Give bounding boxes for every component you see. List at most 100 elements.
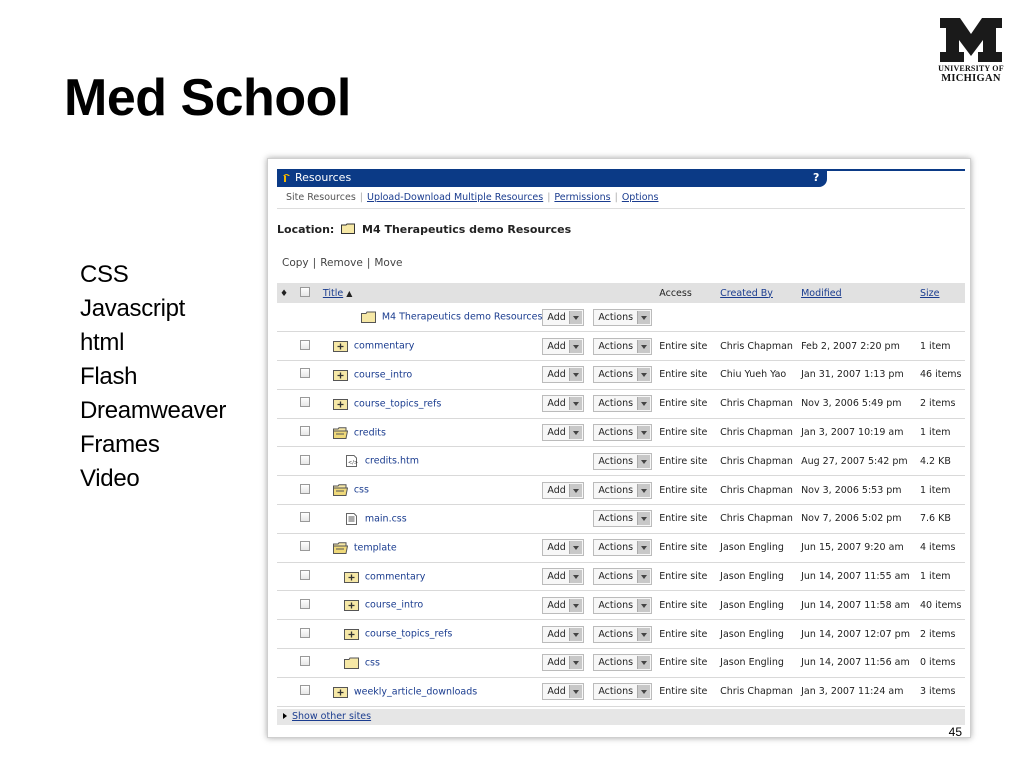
move-link[interactable]: Move (374, 257, 402, 269)
subnav-upload-link[interactable]: Upload-Download Multiple Resources (367, 192, 543, 203)
select-all-checkbox[interactable] (299, 286, 310, 297)
subnav-options-link[interactable]: Options (622, 192, 659, 203)
size-cell: 1 item (919, 475, 965, 506)
table-row: css Add Actions Entire site Jason Engling Jun… (277, 648, 965, 678)
add-dropdown[interactable]: Add (542, 395, 585, 413)
add-dropdown[interactable]: Add (542, 337, 585, 355)
actions-label: Actions (598, 686, 634, 698)
folder-icon (341, 223, 356, 234)
resource-name-link[interactable]: main.css (365, 513, 407, 524)
actions-label: Actions (598, 311, 634, 323)
resource-name-link[interactable]: course_topics_refs (354, 398, 441, 409)
chevron-down-icon (637, 541, 651, 555)
row-checkbox[interactable] (299, 368, 310, 379)
add-dropdown[interactable]: Add (542, 308, 585, 326)
actions-dropdown[interactable]: Actions (593, 424, 653, 442)
created-by-cell: Chris Chapman (720, 331, 802, 362)
access-cell: Entire site (659, 475, 721, 506)
chevron-down-icon (637, 656, 651, 670)
created-by-column-header[interactable]: Created By (720, 288, 773, 299)
resource-name-link[interactable]: css (354, 485, 369, 496)
help-button[interactable]: ? (813, 171, 819, 184)
resource-name-link[interactable]: commentary (354, 341, 414, 352)
add-dropdown[interactable]: Add (542, 539, 585, 557)
row-checkbox[interactable] (299, 656, 310, 667)
actions-dropdown[interactable]: Actions (593, 366, 653, 384)
table-row: commentary Add Actions Entire site Jason Eng… (277, 562, 965, 592)
actions-dropdown[interactable]: Actions (593, 625, 653, 643)
actions-dropdown[interactable]: Actions (593, 395, 653, 413)
resource-name-link[interactable]: template (354, 542, 397, 553)
add-dropdown[interactable]: Add (542, 568, 585, 586)
row-checkbox[interactable] (299, 483, 310, 494)
row-checkbox[interactable] (299, 570, 310, 581)
row-checkbox[interactable] (299, 598, 310, 609)
bullet-item: Flash (80, 363, 138, 390)
remove-link[interactable]: Remove (320, 257, 363, 269)
actions-dropdown[interactable]: Actions (593, 596, 653, 614)
modified-column-header[interactable]: Modified (801, 288, 842, 299)
bulk-operations: Copy | Remove | Move (282, 257, 403, 269)
tool-title: Resources (295, 171, 352, 184)
actions-dropdown[interactable]: Actions (593, 654, 653, 672)
add-dropdown[interactable]: Add (542, 654, 585, 672)
row-checkbox[interactable] (299, 426, 310, 437)
svg-text:</>: </> (348, 460, 358, 466)
footer-bar: Show other sites (277, 709, 965, 725)
root-folder-name[interactable]: M4 Therapeutics demo Resources (382, 312, 543, 323)
resource-name-link[interactable]: credits (354, 427, 386, 438)
title-column-header[interactable]: Title (323, 288, 343, 299)
row-checkbox[interactable] (299, 685, 310, 696)
actions-dropdown[interactable]: Actions (593, 539, 653, 557)
resource-name-link[interactable]: weekly_article_downloads (354, 686, 477, 697)
bullet-item: Dreamweaver (80, 397, 227, 424)
resource-name-link[interactable]: course_intro (365, 600, 423, 611)
row-checkbox[interactable] (299, 339, 310, 350)
add-dropdown[interactable]: Add (542, 424, 585, 442)
table-row: </> credits.htm Actions Entire site Chris Ch… (277, 446, 965, 477)
table-row: main.css Actions Entire site Chris Chapman N… (277, 504, 965, 534)
copy-link[interactable]: Copy (282, 257, 309, 269)
size-cell: 1 item (919, 418, 965, 448)
expand-arrow-icon (283, 713, 287, 719)
add-dropdown[interactable]: Add (542, 481, 585, 499)
modified-cell: Jun 15, 2007 9:20 am (801, 533, 920, 563)
sort-arrows-icon[interactable]: ♦ (280, 289, 288, 299)
row-checkbox[interactable] (299, 541, 310, 552)
add-dropdown[interactable]: Add (542, 625, 585, 643)
resource-name-link[interactable]: credits.htm (365, 456, 419, 467)
add-dropdown[interactable]: Add (542, 683, 585, 701)
folder-open-icon (332, 542, 348, 554)
created-by-cell: Jason Engling (720, 562, 802, 592)
chevron-down-icon (637, 397, 651, 411)
resource-name-link[interactable]: course_topics_refs (365, 629, 452, 640)
resource-name-link[interactable]: css (365, 657, 380, 668)
actions-dropdown[interactable]: Actions (593, 683, 653, 701)
row-checkbox[interactable] (299, 454, 310, 465)
size-column-header[interactable]: Size (920, 288, 940, 299)
row-checkbox[interactable] (299, 627, 310, 638)
add-label: Add (547, 657, 566, 669)
chevron-down-icon (569, 570, 583, 584)
actions-dropdown[interactable]: Actions (593, 308, 653, 326)
actions-dropdown[interactable]: Actions (593, 510, 653, 528)
add-dropdown[interactable]: Add (542, 596, 585, 614)
resources-tab-bar: Resources ? (277, 169, 827, 187)
row-checkbox[interactable] (299, 512, 310, 523)
actions-dropdown[interactable]: Actions (593, 568, 653, 586)
add-label: Add (547, 628, 566, 640)
actions-dropdown[interactable]: Actions (593, 481, 653, 499)
modified-cell: Nov 7, 2006 5:02 pm (801, 504, 920, 534)
resource-name-link[interactable]: course_intro (354, 369, 412, 380)
row-checkbox[interactable] (299, 397, 310, 408)
show-other-sites-link[interactable]: Show other sites (292, 711, 371, 722)
folder-plus-icon (343, 629, 359, 641)
actions-label: Actions (598, 571, 634, 583)
resource-name-link[interactable]: commentary (365, 571, 425, 582)
add-dropdown[interactable]: Add (542, 366, 585, 384)
chevron-down-icon (637, 426, 651, 440)
subnav-permissions-link[interactable]: Permissions (554, 192, 610, 203)
chevron-down-icon (637, 368, 651, 382)
actions-dropdown[interactable]: Actions (593, 452, 653, 470)
actions-dropdown[interactable]: Actions (593, 337, 653, 355)
